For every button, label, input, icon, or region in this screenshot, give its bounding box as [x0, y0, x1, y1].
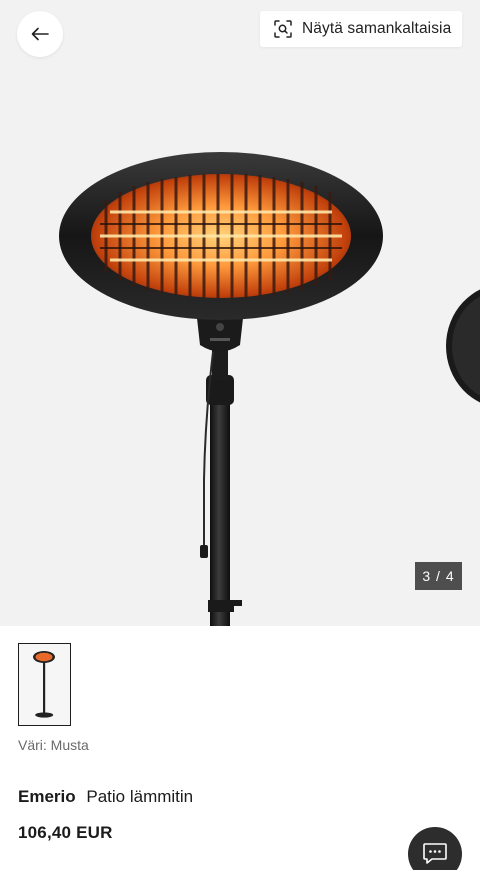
show-similar-label: Näytä samankaltaisia [302, 20, 452, 37]
image-thumbnail[interactable] [18, 643, 71, 726]
product-price: 106,40 EUR [18, 823, 113, 842]
product-brand[interactable]: Emerio [18, 787, 76, 806]
arrow-left-icon [31, 27, 49, 41]
image-counter: 3 / 4 [415, 562, 462, 590]
show-similar-button[interactable]: Näytä samankaltaisia [260, 11, 462, 47]
chat-bubble-icon [423, 843, 447, 864]
product-title: Emerio Patio lämmitin [18, 787, 193, 807]
product-image-gallery[interactable]: Näytä samankaltaisia 3 / 4 [0, 0, 480, 626]
color-label: Väri: Musta [18, 737, 89, 753]
product-image [59, 152, 383, 626]
chat-button[interactable] [408, 827, 462, 870]
next-product-image-peek [446, 289, 480, 403]
thumbnail-heater-image [33, 651, 55, 718]
back-button[interactable] [17, 11, 63, 57]
product-name: Patio lämmitin [86, 787, 194, 806]
visual-search-icon [274, 20, 292, 38]
